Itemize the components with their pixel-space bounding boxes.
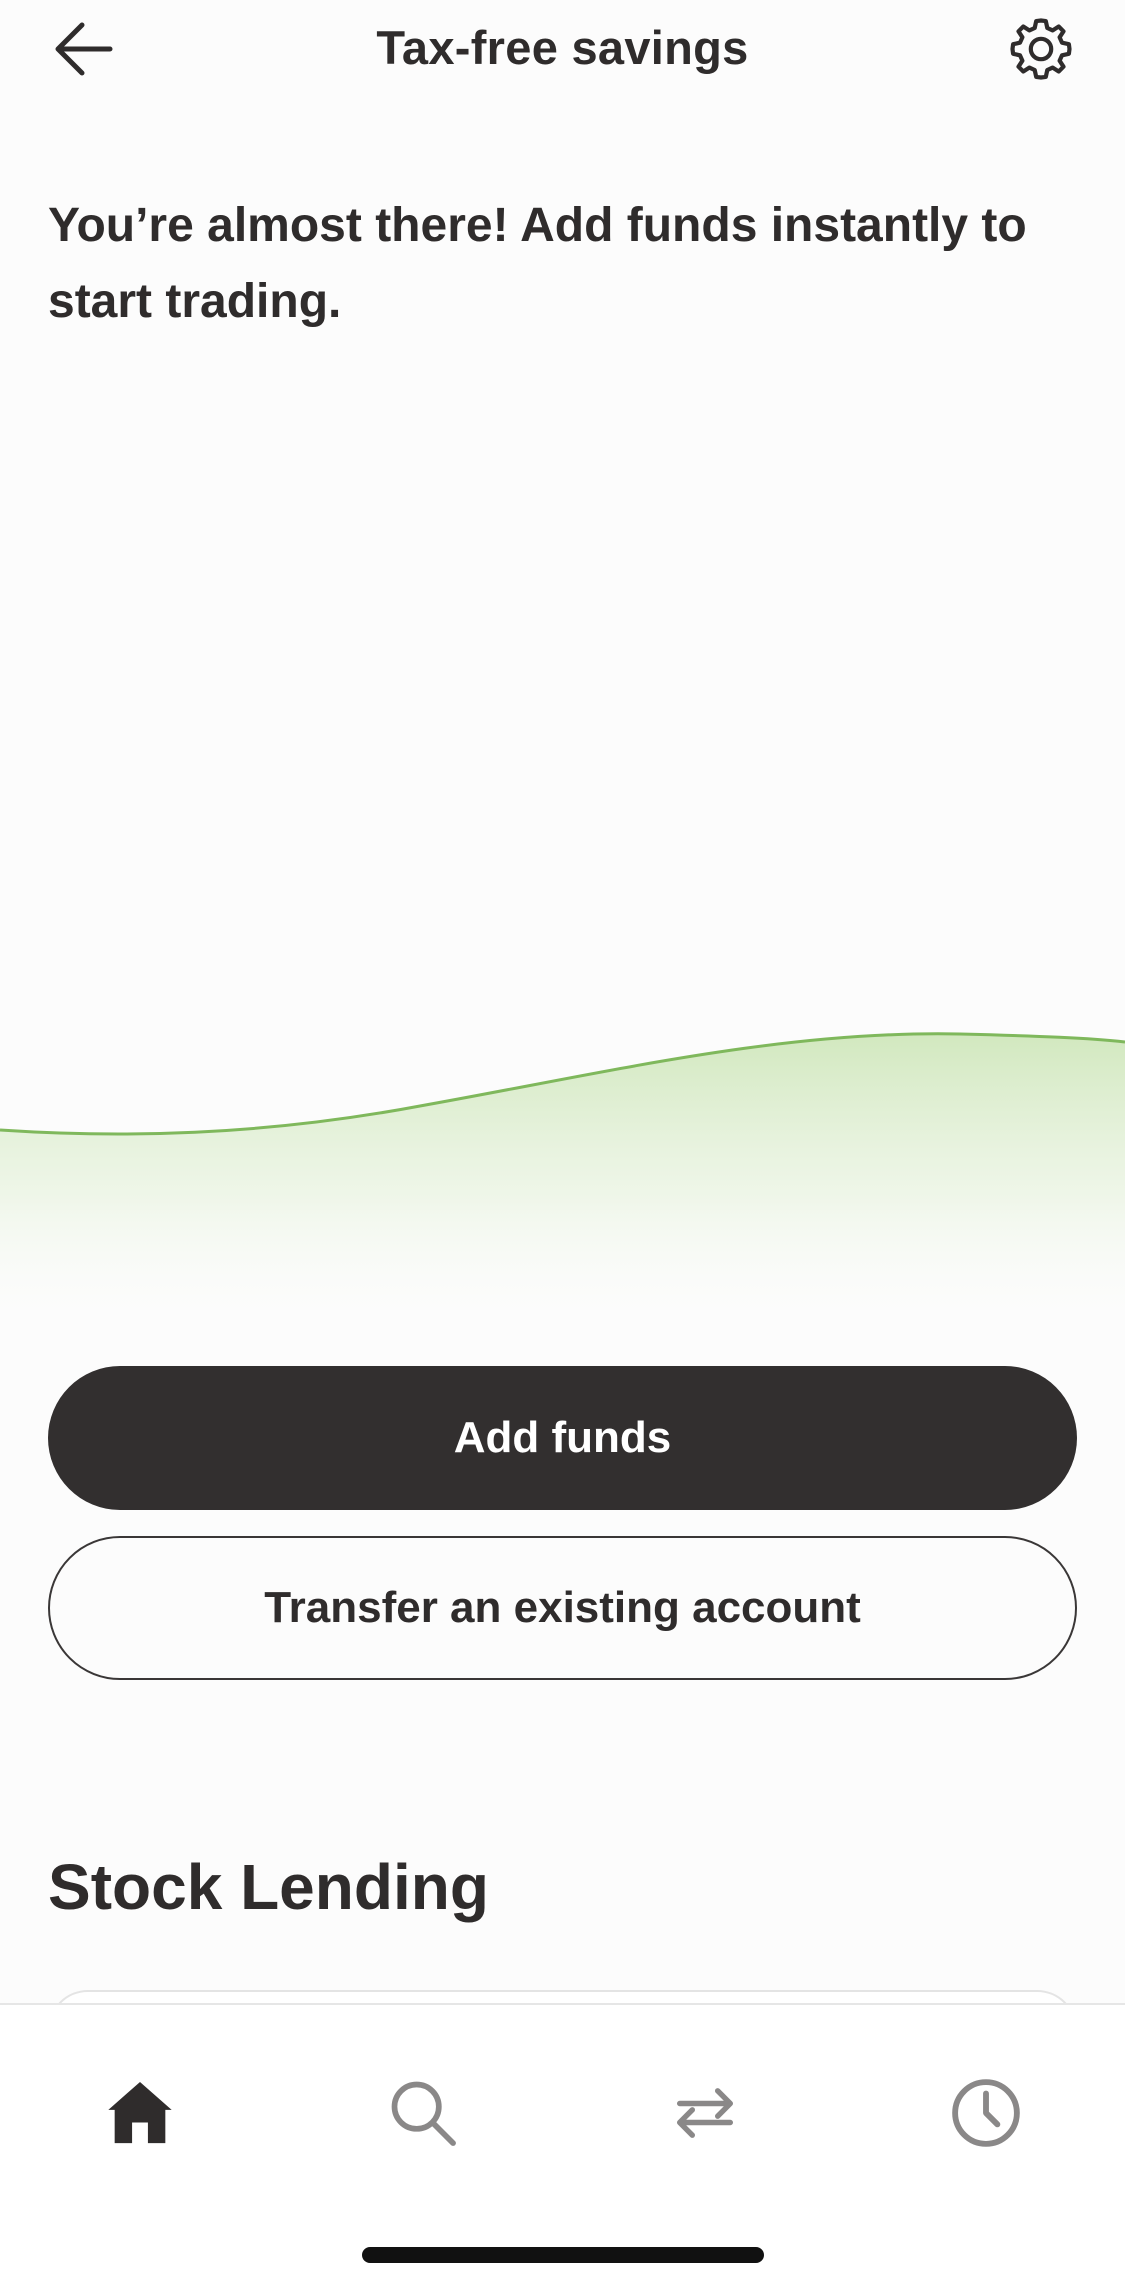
search-icon	[391, 2081, 456, 2146]
intro-message: You’re almost there! Add funds instantly…	[48, 199, 1027, 328]
nav-transfer[interactable]	[655, 2063, 755, 2163]
settings-button[interactable]	[1000, 8, 1082, 90]
home-indicator	[362, 2247, 764, 2263]
clock-icon	[952, 2079, 1020, 2147]
page-title: Tax-free savings	[376, 21, 749, 74]
balance-wave-chart	[0, 1032, 1125, 1330]
home-icon	[108, 2081, 172, 2144]
nav-home[interactable]	[90, 2063, 190, 2163]
transfer-arrows-icon	[676, 2088, 734, 2138]
nav-history[interactable]	[936, 2063, 1036, 2163]
nav-search[interactable]	[373, 2063, 473, 2163]
bottom-navigation	[0, 2003, 1125, 2284]
add-funds-button[interactable]: Add funds	[48, 1366, 1077, 1510]
transfer-account-button[interactable]: Transfer an existing account	[48, 1536, 1077, 1680]
gear-icon	[1010, 18, 1072, 80]
screen: Tax-free savings You’re almost there! Ad…	[0, 0, 1125, 2284]
top-bar: Tax-free savings	[0, 0, 1125, 100]
stock-lending-heading: Stock Lending	[48, 1851, 489, 1923]
